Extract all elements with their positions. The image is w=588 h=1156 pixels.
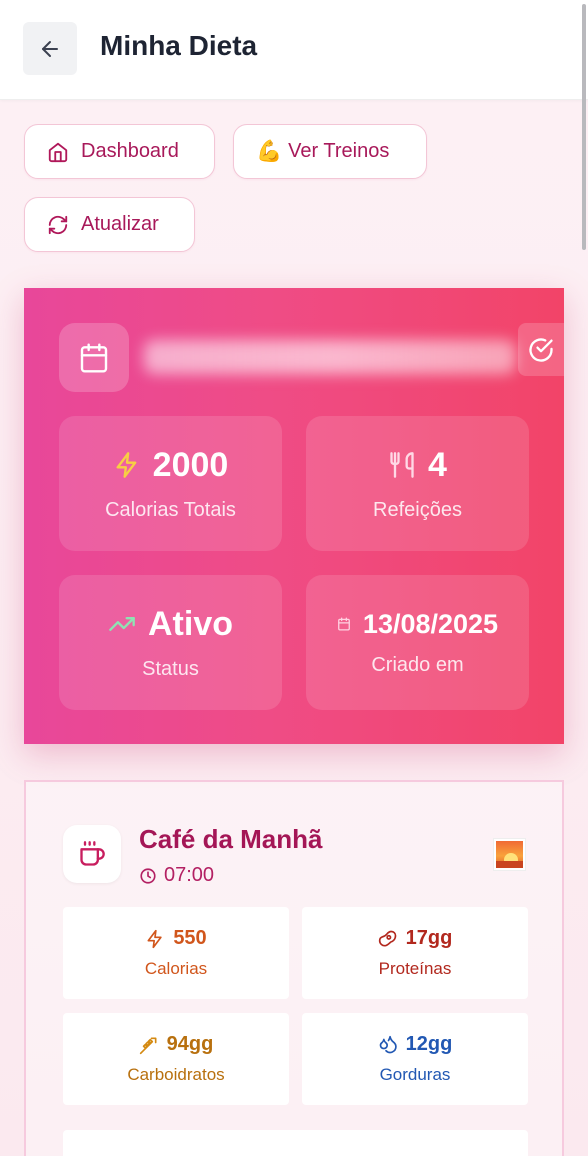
stat-created: 13/08/2025 Criado em (306, 575, 529, 710)
arrow-left-icon (42, 40, 58, 57)
blurred-plan-title (144, 340, 516, 374)
app-header: Minha Dieta (0, 0, 588, 100)
meals-value: 4 (428, 445, 447, 484)
nutrient-carbs: 94gg Carboidratos (63, 1013, 289, 1105)
steak-icon (378, 930, 396, 946)
calories-label: Calorias Totais (105, 498, 236, 521)
coffee-cup-icon (80, 841, 105, 866)
calendar-badge (59, 323, 129, 392)
utensils-icon (390, 452, 414, 478)
nutrient-protein: 17gg Proteínas (302, 907, 528, 999)
page-title: Minha Dieta (100, 30, 258, 61)
calories-value: 2000 (152, 445, 229, 484)
protein-amount: 17gg (405, 927, 453, 949)
home-icon (48, 142, 68, 162)
ver-treinos-button[interactable]: 💪 Ver Treinos (233, 124, 427, 179)
fat-amount: 12gg (405, 1033, 453, 1055)
created-label: Criado em (371, 653, 464, 676)
food-list-card (63, 1130, 528, 1156)
meal-title: Café da Manhã (139, 824, 323, 854)
active-check-badge (518, 323, 564, 376)
sunrise-icon (493, 838, 526, 871)
scrollbar[interactable] (582, 4, 586, 250)
meal-time-value: 07:00 (164, 864, 215, 886)
fat-caption: Gorduras (379, 1065, 451, 1084)
calories-amount: 550 (173, 927, 207, 949)
stat-calories: 2000 Calorias Totais (59, 416, 282, 551)
small-calendar-icon (338, 617, 350, 631)
status-label: Status (142, 657, 199, 680)
stat-status: Ativo Status (59, 575, 282, 710)
status-value: Ativo (148, 604, 233, 643)
calories-caption: Calorias (144, 959, 208, 978)
meal-time: 07:00 (139, 864, 214, 887)
protein-caption: Proteínas (378, 959, 452, 978)
carbs-amount: 94gg (166, 1033, 214, 1055)
carbs-caption: Carboidratos (127, 1065, 225, 1084)
check-circle-icon (529, 337, 553, 362)
created-value: 13/08/2025 (362, 608, 499, 639)
nutrient-calories: 550 Calorias (63, 907, 289, 999)
lightning-icon (147, 929, 162, 948)
meal-card: Café da Manhã 07:00 550 Calorias 17gg Pr… (24, 780, 564, 1156)
lightning-icon (116, 452, 137, 478)
dashboard-button[interactable]: Dashboard (24, 124, 215, 179)
diet-summary-card: 2000 Calorias Totais 4 Refeições Ativo S… (24, 288, 564, 744)
back-button[interactable] (23, 22, 77, 75)
clock-icon (140, 867, 156, 884)
refresh-icon (48, 215, 68, 234)
droplets-icon (379, 1035, 397, 1053)
ver-treinos-label: Ver Treinos (288, 140, 390, 162)
trending-up-icon (109, 617, 135, 631)
atualizar-label: Atualizar (81, 213, 159, 235)
wheat-icon (139, 1037, 157, 1054)
stat-meals: 4 Refeições (306, 416, 529, 551)
meals-label: Refeições (373, 498, 462, 521)
dashboard-label: Dashboard (81, 140, 179, 162)
calendar-icon (80, 342, 108, 373)
flexed-biceps-icon: 💪 (256, 139, 283, 163)
atualizar-button[interactable]: Atualizar (24, 197, 195, 252)
cup-badge (63, 825, 121, 883)
nutrient-fat: 12gg Gorduras (302, 1013, 528, 1105)
